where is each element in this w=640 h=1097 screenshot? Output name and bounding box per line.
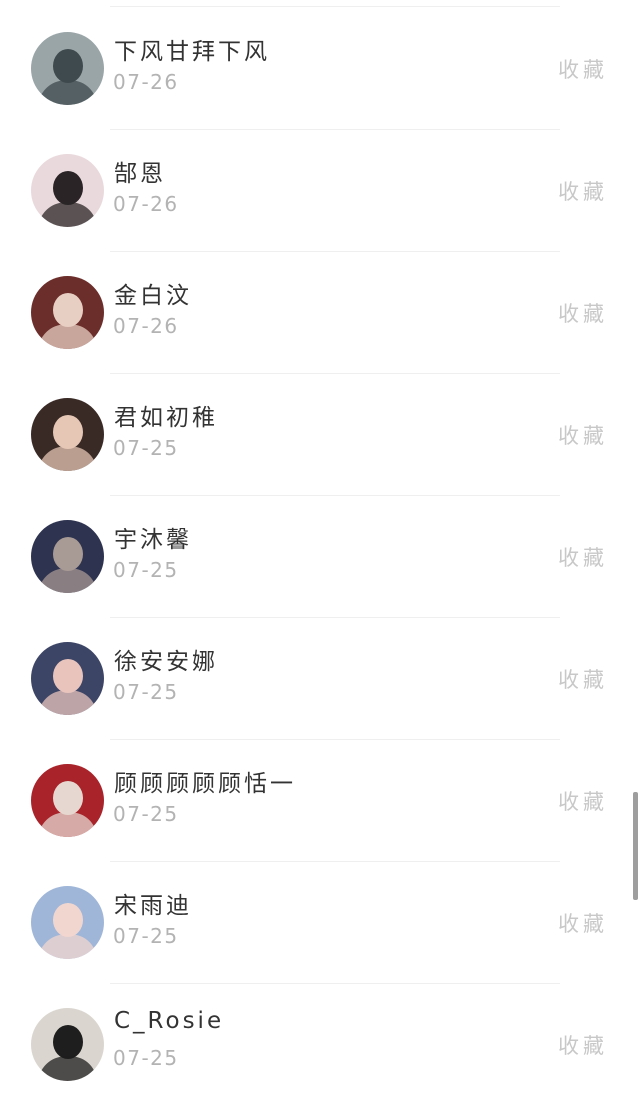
user-name[interactable]: C_Rosie — [114, 1008, 224, 1034]
user-name[interactable]: 郜恩 — [114, 154, 166, 188]
scrollbar[interactable] — [633, 792, 638, 900]
user-name[interactable]: 徐安安娜 — [114, 642, 218, 676]
favorites-list: 下风甘拜下风 07-26 收藏 郜恩 07-26 收藏 金白汶 07-26 收藏 君如初稚 07-2… — [0, 0, 640, 1097]
user-name[interactable]: 宋雨迪 — [114, 886, 192, 920]
avatar[interactable] — [31, 642, 104, 715]
collect-button[interactable]: 收藏 — [558, 786, 608, 816]
date-label: 07-25 — [113, 680, 179, 704]
collect-button[interactable]: 收藏 — [558, 54, 608, 84]
collect-button[interactable]: 收藏 — [558, 664, 608, 694]
list-item[interactable]: 君如初稚 07-25 收藏 — [0, 374, 640, 496]
avatar[interactable] — [31, 520, 104, 593]
list-item[interactable]: 下风甘拜下风 07-26 收藏 — [0, 8, 640, 130]
list-item[interactable]: 顾顾顾顾顾恬一 07-25 收藏 — [0, 740, 640, 862]
avatar[interactable] — [31, 398, 104, 471]
collect-button[interactable]: 收藏 — [558, 542, 608, 572]
collect-button[interactable]: 收藏 — [558, 420, 608, 450]
list-item[interactable]: 宇沐馨 07-25 收藏 — [0, 496, 640, 618]
user-name[interactable]: 金白汶 — [114, 276, 192, 310]
avatar[interactable] — [31, 1008, 104, 1081]
avatar[interactable] — [31, 32, 104, 105]
date-label: 07-26 — [113, 192, 179, 216]
date-label: 07-25 — [113, 436, 179, 460]
avatar[interactable] — [31, 886, 104, 959]
collect-button[interactable]: 收藏 — [558, 1030, 608, 1060]
date-label: 07-26 — [113, 70, 179, 94]
date-label: 07-25 — [113, 1046, 179, 1070]
list-item[interactable]: C_Rosie 07-25 收藏 — [0, 984, 640, 1097]
avatar[interactable] — [31, 276, 104, 349]
list-item[interactable]: 宋雨迪 07-25 收藏 — [0, 862, 640, 984]
date-label: 07-25 — [113, 802, 179, 826]
date-label: 07-25 — [113, 558, 179, 582]
list-item[interactable]: 徐安安娜 07-25 收藏 — [0, 618, 640, 740]
list-item[interactable]: 郜恩 07-26 收藏 — [0, 130, 640, 252]
collect-button[interactable]: 收藏 — [558, 298, 608, 328]
collect-button[interactable]: 收藏 — [558, 908, 608, 938]
date-label: 07-26 — [113, 314, 179, 338]
avatar[interactable] — [31, 764, 104, 837]
user-name[interactable]: 宇沐馨 — [114, 520, 192, 554]
user-name[interactable]: 下风甘拜下风 — [114, 32, 270, 66]
collect-button[interactable]: 收藏 — [558, 176, 608, 206]
avatar[interactable] — [31, 154, 104, 227]
date-label: 07-25 — [113, 924, 179, 948]
divider — [110, 6, 560, 7]
list-item[interactable]: 金白汶 07-26 收藏 — [0, 252, 640, 374]
user-name[interactable]: 顾顾顾顾顾恬一 — [114, 764, 296, 798]
user-name[interactable]: 君如初稚 — [114, 398, 218, 432]
